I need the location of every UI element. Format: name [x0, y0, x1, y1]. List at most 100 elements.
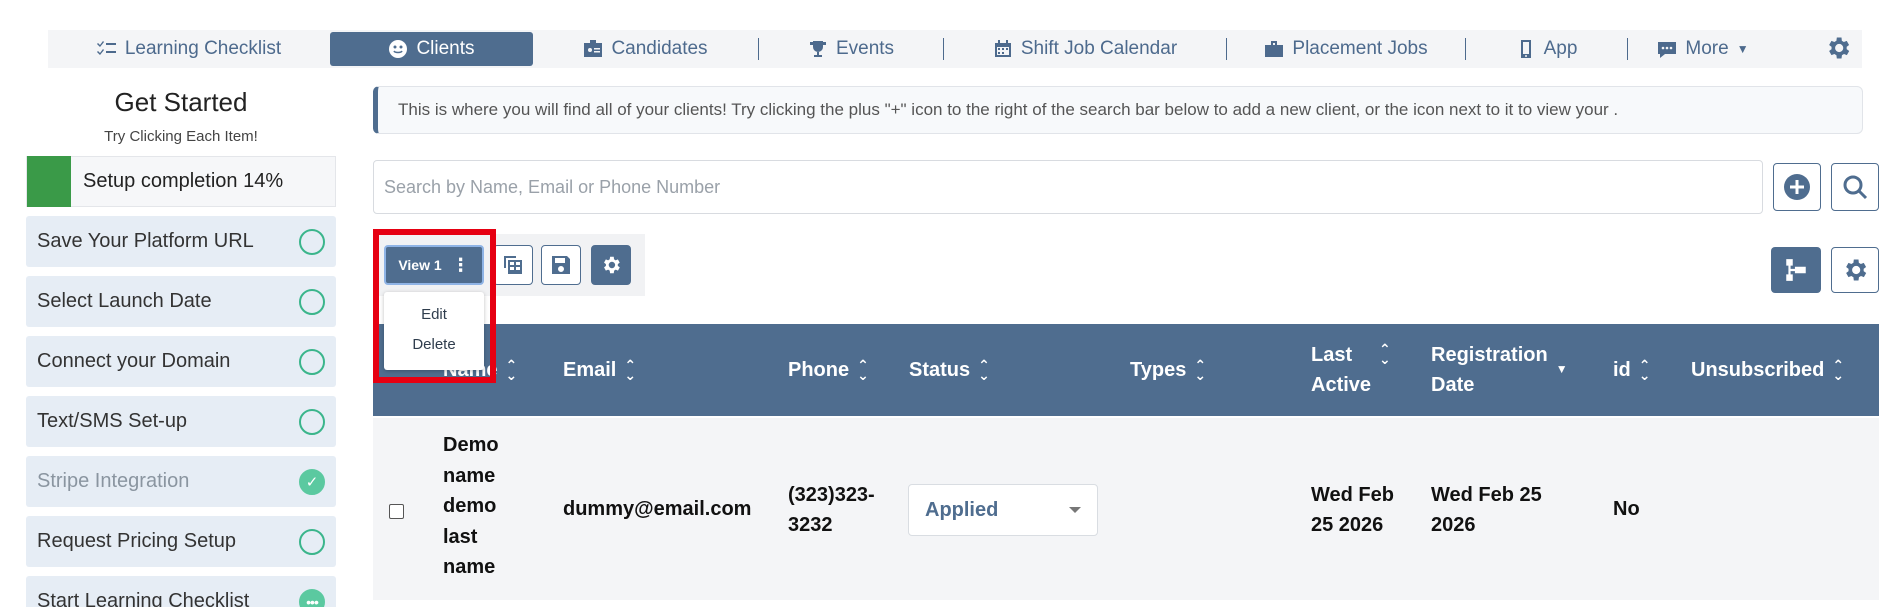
- date-line: 2026: [1431, 514, 1476, 536]
- nav-candidates[interactable]: Candidates: [533, 32, 758, 66]
- name-line: name: [443, 464, 496, 487]
- sidebar-item-platform-url[interactable]: Save Your Platform URL: [26, 216, 336, 267]
- sidebar-item-label: Connect your Domain: [37, 350, 231, 372]
- nav-label: App: [1543, 38, 1578, 59]
- date-line: Wed Feb 25: [1431, 484, 1542, 506]
- copy-view-button[interactable]: [493, 245, 533, 285]
- column-label-line: Registration: [1431, 344, 1548, 366]
- column-header-phone[interactable]: Phone ⌃ ⌄: [788, 324, 869, 416]
- cell-id: No: [1613, 498, 1640, 520]
- column-header-last-active[interactable]: Last Active ⌃ ⌄: [1311, 324, 1391, 416]
- search-input[interactable]: [373, 160, 1763, 214]
- name-line: last: [443, 525, 478, 548]
- column-header-registration-date[interactable]: Registration Date ▼: [1431, 324, 1568, 416]
- status-circle-icon: [299, 348, 325, 375]
- date-line: Wed Feb: [1311, 484, 1394, 506]
- column-label: Registration Date: [1431, 340, 1548, 400]
- trophy-icon: [809, 41, 826, 57]
- name-line: demo: [443, 495, 497, 517]
- status-circle-icon: [299, 288, 325, 315]
- nav-label: Placement Jobs: [1292, 38, 1428, 59]
- columns-tree-button[interactable]: [1771, 247, 1821, 293]
- column-label-line: Active: [1311, 374, 1372, 396]
- sidebar-item-label: Select Launch Date: [37, 290, 212, 312]
- sidebar-item-pricing[interactable]: Request Pricing Setup: [26, 516, 336, 567]
- name-line: Demo: [443, 434, 499, 456]
- table-settings-button[interactable]: [1831, 247, 1879, 293]
- sidebar-title: Get Started: [114, 87, 248, 117]
- column-label-line: Last: [1311, 344, 1353, 366]
- sidebar-item-launch-date[interactable]: Select Launch Date: [26, 276, 336, 327]
- save-view-button[interactable]: [541, 245, 581, 285]
- column-header-id[interactable]: id ⌃ ⌄: [1613, 324, 1651, 416]
- sidebar-item-label: Save Your Platform URL: [37, 230, 254, 252]
- check-icon: ✓: [299, 468, 325, 495]
- sort-icon: ⌃ ⌄: [1832, 357, 1845, 383]
- table-header: Name ⌃⌄ Email ⌃⌄ Phone ⌃⌄ Status ⌃⌄ Type…: [373, 324, 1879, 416]
- cell-registration-date: Wed Feb 25 2026: [1431, 480, 1542, 540]
- sidebar-item-sms[interactable]: Text/SMS Set-up: [26, 396, 336, 447]
- id-card-icon: [584, 40, 603, 57]
- sort-icon: ⌃ ⌄: [857, 357, 869, 383]
- progress-fill: [27, 156, 71, 207]
- column-label-line: Date: [1431, 374, 1475, 396]
- nav-placement-jobs[interactable]: Placement Jobs: [1227, 32, 1465, 66]
- sort-icon: ⌃ ⌄: [1194, 357, 1207, 383]
- nav-app[interactable]: App: [1466, 32, 1627, 66]
- cell-phone: (323)323- 3232: [788, 480, 875, 540]
- column-label: id: [1613, 358, 1631, 381]
- status-select[interactable]: Applied: [908, 484, 1098, 536]
- name-line: name: [443, 556, 496, 578]
- sidebar-item-learning-checklist[interactable]: Start Learning Checklist •••: [26, 576, 336, 607]
- nav-label: Clients: [416, 38, 475, 59]
- top-navigation: Learning Checklist Clients Candidates Ev…: [48, 30, 1862, 68]
- view-settings-button[interactable]: [591, 245, 631, 285]
- row-checkbox[interactable]: [389, 504, 404, 519]
- cell-email: dummy@email.com: [563, 498, 752, 520]
- add-client-button[interactable]: [1773, 163, 1821, 211]
- setup-progress: Setup completion 14%: [26, 156, 336, 207]
- sort-icon: ⌃ ⌄: [1638, 357, 1651, 383]
- column-label: Phone: [788, 358, 850, 381]
- progress-label: Setup completion 14%: [83, 170, 284, 192]
- copy-table-icon: [504, 256, 522, 274]
- status-circle-icon: [299, 528, 325, 555]
- column-header-email[interactable]: Email ⌃ ⌄: [563, 324, 636, 416]
- column-label: Types: [1130, 358, 1187, 381]
- table-row[interactable]: Demo name demo last name dummy@email.com…: [373, 418, 1879, 600]
- nav-label: More: [1685, 38, 1729, 59]
- gear-icon: [1829, 37, 1850, 59]
- nav-label: Events: [835, 38, 895, 59]
- info-banner-text: This is where you will find all of your …: [398, 100, 1619, 119]
- annotation-highlight-box: [373, 229, 496, 383]
- more-dots-icon: •••: [299, 588, 325, 607]
- nav-label: Shift Job Calendar: [1020, 38, 1178, 59]
- gear-icon: [604, 256, 620, 274]
- nav-clients[interactable]: Clients: [330, 32, 533, 66]
- column-label: Last Active: [1311, 340, 1371, 400]
- nav-more[interactable]: More ▼: [1628, 32, 1778, 66]
- nav-label: Learning Checklist: [124, 38, 282, 59]
- nav-events[interactable]: Events: [759, 32, 943, 66]
- nav-shift-job-calendar[interactable]: Shift Job Calendar: [944, 32, 1226, 66]
- status-circle-icon: [299, 228, 325, 255]
- date-line: 25 2026: [1311, 514, 1384, 536]
- search-button[interactable]: [1831, 163, 1879, 211]
- gear-icon: [1846, 259, 1867, 281]
- column-header-types[interactable]: Types ⌃ ⌄: [1130, 324, 1206, 416]
- column-header-unsubscribed[interactable]: Unsubscribed ⌃ ⌄: [1691, 324, 1844, 416]
- phone-line: (323)323-: [788, 484, 875, 506]
- sort-icon: ⌃ ⌄: [505, 357, 518, 383]
- face-icon: [389, 40, 408, 58]
- get-started-sidebar: Get Started Try Clicking Each Item! Setu…: [26, 84, 336, 607]
- settings-gear-button[interactable]: [1824, 34, 1854, 64]
- nav-learning-checklist[interactable]: Learning Checklist: [48, 32, 330, 66]
- sidebar-item-domain[interactable]: Connect your Domain: [26, 336, 336, 387]
- sidebar-subtitle: Try Clicking Each Item!: [104, 128, 258, 145]
- column-header-status[interactable]: Status ⌃ ⌄: [909, 324, 990, 416]
- info-banner: This is where you will find all of your …: [373, 86, 1863, 134]
- sidebar-item-stripe[interactable]: Stripe Integration ✓: [26, 456, 336, 507]
- plus-circle-icon: [1784, 174, 1810, 200]
- column-label: Email: [563, 358, 617, 381]
- nav-label: Candidates: [611, 38, 708, 59]
